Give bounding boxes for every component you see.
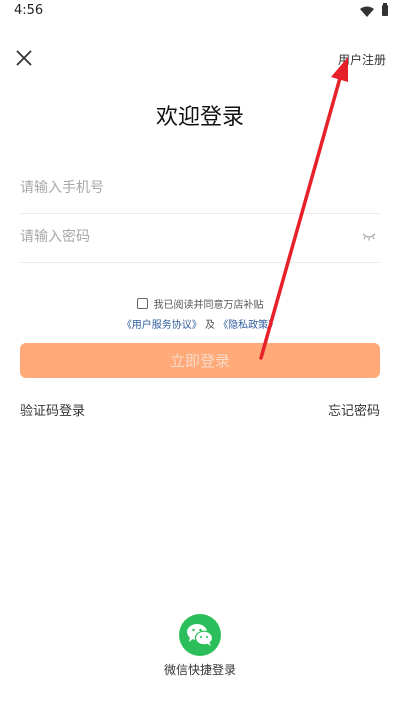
agreement-links: 《用户服务协议》 及 《隐私政策》 — [0, 316, 400, 331]
password-input[interactable] — [20, 214, 340, 260]
phone-input[interactable] — [20, 165, 340, 211]
page-title: 欢迎登录 — [155, 105, 244, 130]
status-time: 4:56 — [14, 3, 44, 18]
password-field — [20, 214, 380, 263]
forgot-password-link[interactable]: 忘记密码 — [328, 400, 380, 419]
wifi-icon — [360, 6, 374, 17]
battery-icon — [382, 3, 388, 16]
wechat-login-button[interactable] — [179, 614, 221, 656]
wechat-login-label: 微信快捷登录 — [163, 663, 236, 677]
login-button[interactable]: 立即登录 — [20, 343, 380, 378]
phone-field — [20, 165, 380, 214]
register-link[interactable]: 用户注册 — [338, 51, 386, 68]
code-login-link[interactable]: 验证码登录 — [20, 400, 85, 419]
wechat-icon — [187, 624, 214, 646]
agreement-text: 我已阅读并同意万店补贴 — [153, 300, 264, 311]
status-bar: 4:56 — [0, 0, 400, 24]
user-agreement-link[interactable]: 《用户服务协议》 — [122, 320, 202, 331]
close-icon[interactable] — [14, 48, 34, 68]
agreement-row: 我已阅读并同意万店补贴 — [0, 296, 400, 311]
and-text: 及 — [205, 320, 215, 331]
eye-closed-icon[interactable] — [362, 233, 376, 241]
privacy-policy-link[interactable]: 《隐私政策》 — [218, 320, 278, 331]
agreement-checkbox[interactable] — [136, 298, 148, 309]
